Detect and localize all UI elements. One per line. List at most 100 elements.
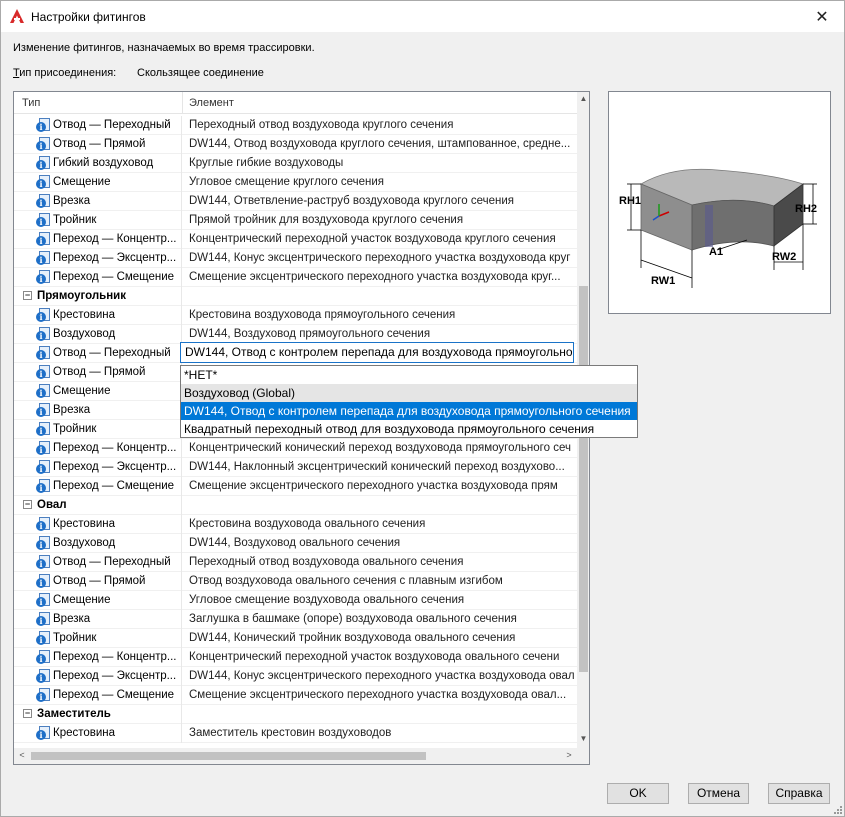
table-row[interactable]: i Крестовина Заместитель крестовин воздухо…: [14, 724, 577, 743]
resize-grip-icon[interactable]: [832, 804, 842, 814]
cell-element[interactable]: Концентрический конический переход возду…: [183, 439, 577, 458]
cell-element[interactable]: Смещение эксцентрического переходного уч…: [183, 268, 577, 287]
cell-element[interactable]: DW144, Конус эксцентрического переходног…: [183, 667, 577, 686]
cell-element[interactable]: Переходный отвод воздуховода овального с…: [183, 553, 577, 572]
table-row[interactable]: i Переход — Концентр... Концентрический ко…: [14, 439, 577, 458]
fitting-info-icon: i: [36, 631, 50, 645]
cell-element[interactable]: DW144, Отвод воздуховода круглого сечени…: [183, 135, 577, 154]
collapse-icon[interactable]: −: [23, 500, 32, 509]
row-type-label: Отвод — Переходный: [53, 347, 171, 359]
column-header-element[interactable]: Элемент: [183, 92, 577, 114]
fitting-element-combo[interactable]: DW144, Отвод с контролем перепада для во…: [180, 342, 574, 363]
cell-element[interactable]: Прямой тройник для воздуховода круглого …: [183, 211, 577, 230]
horizontal-scrollbar[interactable]: < >: [14, 748, 577, 764]
cell-element[interactable]: [183, 287, 577, 306]
cell-element[interactable]: DW144, Конус эксцентрического переходног…: [183, 249, 577, 268]
fitting-info-icon-dot: i: [36, 559, 46, 569]
fitting-element-dropdown: *НЕТ* Воздуховод (Global) DW144, Отвод с…: [180, 365, 638, 438]
table-row[interactable]: i Врезка Заглушка в башмаке (опоре) воздух…: [14, 610, 577, 629]
scroll-left-icon[interactable]: <: [16, 750, 28, 762]
cell-type: − Заместитель: [14, 705, 182, 724]
column-header-type[interactable]: Тип: [14, 92, 183, 114]
collapse-icon[interactable]: −: [23, 291, 32, 300]
cell-element[interactable]: [183, 705, 577, 724]
fitting-info-icon-dot: i: [36, 350, 46, 360]
scroll-right-icon[interactable]: >: [563, 750, 575, 762]
table-row[interactable]: i Переход — Эксцентр... DW144, Наклонный э…: [14, 458, 577, 477]
cell-element[interactable]: DW144, Конический тройник воздуховода ов…: [183, 629, 577, 648]
cell-element[interactable]: Крестовина воздуховода овального сечения: [183, 515, 577, 534]
table-row[interactable]: i Переход — Концентр... Концентрический пе…: [14, 230, 577, 249]
ok-button[interactable]: OK: [607, 783, 669, 804]
group-row[interactable]: − Овал: [14, 496, 577, 515]
fitting-info-icon: i: [36, 650, 50, 664]
scroll-down-icon[interactable]: ▼: [577, 734, 589, 746]
table-row[interactable]: i Отвод — Переходный Переходный отвод возд…: [14, 116, 577, 135]
table-row[interactable]: i Крестовина Крестовина воздуховода прямоу…: [14, 306, 577, 325]
table-row[interactable]: i Отвод — Переходный Переходный отвод возд…: [14, 553, 577, 572]
dropdown-option-dw144[interactable]: DW144, Отвод с контролем перепада для во…: [181, 402, 637, 420]
help-button[interactable]: Справка: [768, 783, 830, 804]
cell-element[interactable]: Концентрический переходной участок возду…: [183, 230, 577, 249]
row-type-label: Переход — Концентр...: [53, 233, 177, 245]
cell-type: i Отвод — Прямой: [14, 135, 182, 154]
table-row[interactable]: i Тройник DW144, Конический тройник воздух…: [14, 629, 577, 648]
fitting-info-icon: i: [36, 688, 50, 702]
cell-element[interactable]: DW144, Воздуховод овального сечения: [183, 534, 577, 553]
table-row[interactable]: i Врезка DW144, Ответвление-раструб воздух…: [14, 192, 577, 211]
row-type-label: Врезка: [53, 404, 91, 416]
fitting-info-icon: i: [36, 669, 50, 683]
table-row[interactable]: i Крестовина Крестовина воздуховода овальн…: [14, 515, 577, 534]
group-row[interactable]: − Заместитель: [14, 705, 577, 724]
table-row[interactable]: i Отвод — Прямой DW144, Отвод воздуховода …: [14, 135, 577, 154]
table-row[interactable]: i Переход — Смещение Смещение эксцентричес…: [14, 268, 577, 287]
cell-element[interactable]: Переходный отвод воздуховода круглого се…: [183, 116, 577, 135]
cell-element[interactable]: Угловое смещение круглого сечения: [183, 173, 577, 192]
vertical-scroll-thumb[interactable]: [579, 286, 588, 672]
dropdown-option-none[interactable]: *НЕТ*: [181, 366, 637, 384]
cell-element[interactable]: Угловое смещение воздуховода овального с…: [183, 591, 577, 610]
cell-type: i Смещение: [14, 173, 182, 192]
dropdown-option-square-transition[interactable]: Квадратный переходный отвод для воздухов…: [181, 420, 637, 438]
group-row[interactable]: − Прямоугольник: [14, 287, 577, 306]
dropdown-option-global[interactable]: Воздуховод (Global): [181, 384, 637, 402]
cell-element[interactable]: Отвод воздуховода овального сечения с пл…: [183, 572, 577, 591]
table-row[interactable]: i Переход — Эксцентр... DW144, Конус эксце…: [14, 249, 577, 268]
table-row[interactable]: i Тройник Прямой тройник для воздуховода к…: [14, 211, 577, 230]
cell-element[interactable]: [183, 496, 577, 515]
row-type-label: Переход — Смещение: [53, 271, 175, 283]
cell-element[interactable]: Смещение эксцентрического переходного уч…: [183, 477, 577, 496]
table-row[interactable]: i Переход — Эксцентр... DW144, Конус эксце…: [14, 667, 577, 686]
cell-type: i Воздуховод: [14, 325, 182, 344]
cell-element[interactable]: DW144, Ответвление-раструб воздуховода к…: [183, 192, 577, 211]
dim-label-rh1: RH1: [619, 195, 641, 207]
table-row[interactable]: i Переход — Смещение Смещение эксцентричес…: [14, 686, 577, 705]
cell-element[interactable]: Круглые гибкие воздуховоды: [183, 154, 577, 173]
row-type-label: Врезка: [53, 613, 91, 625]
cell-element[interactable]: Заместитель крестовин воздуховодов: [183, 724, 577, 743]
collapse-icon[interactable]: −: [23, 709, 32, 718]
table-row[interactable]: i Переход — Смещение Смещение эксцентричес…: [14, 477, 577, 496]
table-row[interactable]: i Воздуховод DW144, Воздуховод овального с…: [14, 534, 577, 553]
dim-label-rw1: RW1: [651, 275, 675, 287]
close-button[interactable]: ✕: [800, 1, 844, 32]
cell-type: i Переход — Эксцентр...: [14, 667, 182, 686]
table-row[interactable]: i Переход — Концентр... Концентрический пе…: [14, 648, 577, 667]
cell-type: i Переход — Концентр...: [14, 230, 182, 249]
scroll-up-icon[interactable]: ▲: [577, 94, 589, 106]
cell-element[interactable]: Концентрический переходной участок возду…: [183, 648, 577, 667]
cell-element[interactable]: Заглушка в башмаке (опоре) воздуховода о…: [183, 610, 577, 629]
table-row[interactable]: i Смещение Угловое смещение воздуховода ов…: [14, 591, 577, 610]
cell-type: i Смещение: [14, 591, 182, 610]
cell-element[interactable]: Смещение эксцентрического переходного уч…: [183, 686, 577, 705]
horizontal-scroll-thumb[interactable]: [31, 752, 426, 760]
row-type-label: Смещение: [53, 176, 111, 188]
cell-type: i Смещение: [14, 382, 182, 401]
table-row[interactable]: i Отвод — Прямой Отвод воздуховода овально…: [14, 572, 577, 591]
table-row[interactable]: i Смещение Угловое смещение круглого сечен…: [14, 173, 577, 192]
table-row[interactable]: i Гибкий воздуховод Круглые гибкие воздухо…: [14, 154, 577, 173]
cell-element[interactable]: DW144, Наклонный эксцентрический коничес…: [183, 458, 577, 477]
cancel-button[interactable]: Отмена: [688, 783, 749, 804]
cell-element[interactable]: Крестовина воздуховода прямоугольного се…: [183, 306, 577, 325]
cell-type: i Переход — Эксцентр...: [14, 458, 182, 477]
